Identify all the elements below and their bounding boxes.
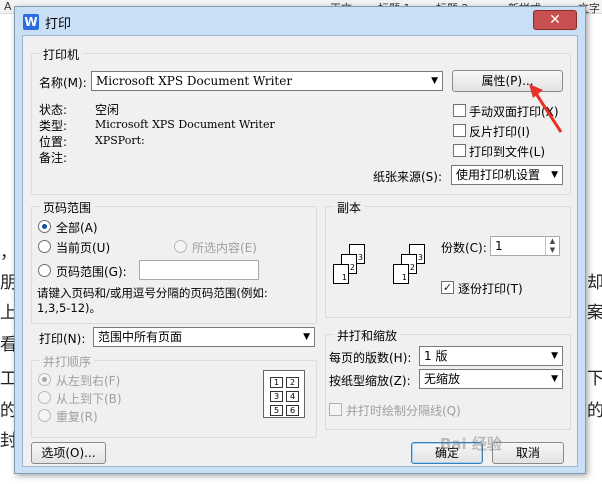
draw-borders-label[interactable]: 并打时绘制分隔线(Q): [346, 402, 461, 419]
location-label: 位置:: [39, 135, 68, 149]
type-label: 类型:: [39, 119, 68, 133]
reverse-print-checkbox[interactable]: [453, 124, 466, 137]
scale-select[interactable]: 无缩放 ▼: [419, 369, 563, 389]
manual-duplex-checkbox[interactable]: [453, 104, 466, 117]
order-top-bottom-radio[interactable]: [38, 391, 51, 404]
order-preview-icon: 1 2 3 4 5 6: [263, 370, 305, 418]
location-value: XPSPort:: [95, 134, 145, 147]
page-icon: 1: [333, 264, 349, 284]
type-value: Microsoft XPS Document Writer: [95, 118, 275, 131]
chevron-down-icon: ▼: [551, 170, 558, 180]
chevron-down-icon: ▼: [303, 332, 310, 342]
order-cell: 6: [286, 405, 299, 416]
printer-name-select[interactable]: Microsoft XPS Document Writer ▼: [91, 71, 443, 91]
chevron-down-icon: ▼: [551, 351, 558, 361]
order-cell: 4: [286, 391, 299, 402]
copies-count-label: 份数(C):: [441, 241, 487, 255]
range-current-label[interactable]: 当前页(U): [56, 239, 110, 256]
collate-checkbox[interactable]: ✓: [441, 281, 454, 294]
bg-text: 案: [587, 303, 602, 323]
page-range-group-title: 页码范围: [40, 199, 95, 216]
order-left-right-label[interactable]: 从左到右(F): [56, 372, 120, 389]
close-button[interactable]: ✕: [533, 10, 577, 30]
page-range-hint: 请键入页码和/或用逗号分隔的页码范围(例如:: [37, 286, 268, 300]
print-to-file-checkbox[interactable]: [453, 144, 466, 157]
chevron-down-icon: ▼: [431, 76, 438, 86]
range-all-label[interactable]: 全部(A): [56, 219, 98, 236]
printer-group-title: 打印机: [40, 46, 83, 63]
copies-count-input[interactable]: 1 ▲ ▼: [490, 236, 560, 256]
pages-per-sheet-label: 每页的版数(H):: [329, 351, 412, 365]
paper-source-value: 使用打印机设置: [456, 168, 541, 182]
range-all-radio[interactable]: [38, 220, 51, 233]
reverse-print-label[interactable]: 反片打印(I): [469, 123, 530, 140]
print-what-value: 范围中所有页面: [98, 330, 183, 344]
range-pages-radio[interactable]: [38, 264, 51, 277]
copies-group-title: 副本: [334, 199, 365, 216]
copies-spinner[interactable]: ▲ ▼: [545, 237, 559, 255]
bg-text: 却: [587, 273, 602, 293]
collate-label[interactable]: 逐份打印(T): [458, 280, 523, 297]
wps-app-icon: W: [23, 14, 39, 30]
draw-borders-checkbox[interactable]: [329, 403, 342, 416]
printer-name-label: 名称(M):: [39, 76, 87, 90]
order-repeat-radio[interactable]: [38, 409, 51, 422]
status-value: 空闲: [95, 103, 120, 117]
print-to-file-label[interactable]: 打印到文件(L): [469, 143, 545, 160]
order-cell: 5: [270, 405, 283, 416]
chevron-down-icon: ▼: [551, 374, 558, 384]
page-icon: 1: [393, 264, 409, 284]
watermark: Bai 经验: [440, 435, 502, 453]
order-cell: 1: [270, 377, 283, 388]
print-dialog: W 打印 ✕ 打印机 名称(M): Microsoft XPS Document…: [14, 6, 586, 474]
order-repeat-label[interactable]: 重复(R): [56, 408, 98, 425]
dialog-titlebar[interactable]: W 打印 ✕: [15, 7, 585, 35]
order-cell: 3: [270, 391, 283, 402]
annotation-arrow-icon: [529, 84, 563, 133]
scale-label: 按纸型缩放(Z):: [329, 374, 411, 388]
options-button[interactable]: 选项(O)...: [31, 442, 106, 464]
pages-per-sheet-value: 1 版: [424, 349, 448, 363]
print-what-select[interactable]: 范围中所有页面 ▼: [93, 327, 315, 347]
page-range-input[interactable]: [139, 260, 259, 280]
print-what-label: 打印(N):: [39, 332, 86, 346]
printer-name-value: Microsoft XPS Document Writer: [96, 74, 293, 88]
range-selection-label[interactable]: 所选内容(E): [192, 239, 257, 256]
bg-font-color-tool: A: [4, 0, 12, 13]
comment-label: 备注:: [39, 151, 68, 165]
status-label: 状态:: [39, 103, 68, 117]
range-current-radio[interactable]: [38, 240, 51, 253]
bg-text: 的: [587, 401, 602, 421]
pages-per-sheet-select[interactable]: 1 版 ▼: [419, 346, 563, 366]
cancel-button[interactable]: 取消: [492, 442, 564, 464]
range-pages-label[interactable]: 页码范围(G):: [56, 263, 127, 280]
order-top-bottom-label[interactable]: 从上到下(B): [56, 390, 122, 407]
copies-count-value: 1: [495, 239, 503, 253]
order-cell: 2: [286, 377, 299, 388]
page-range-hint-example: 1,3,5-12)。: [37, 301, 102, 315]
zoom-group-title: 并打和缩放: [334, 327, 401, 344]
paper-source-label: 纸张来源(S):: [373, 170, 443, 184]
dialog-title: 打印: [45, 17, 72, 32]
bg-text: 下: [587, 369, 602, 389]
scale-value: 无缩放: [424, 372, 461, 386]
collate-order-group-title: 并打顺序: [40, 353, 95, 370]
dialog-body: 打印机 名称(M): Microsoft XPS Document Writer…: [22, 35, 578, 467]
order-left-right-radio[interactable]: [38, 373, 51, 386]
paper-source-select[interactable]: 使用打印机设置 ▼: [451, 165, 563, 185]
range-selection-radio[interactable]: [174, 240, 187, 253]
